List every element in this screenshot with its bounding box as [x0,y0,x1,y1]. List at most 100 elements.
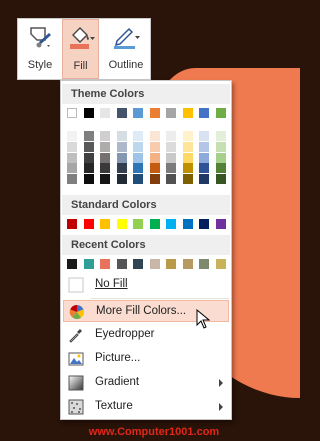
color-swatch[interactable] [83,174,94,184]
color-swatch[interactable] [166,108,176,118]
menu-item-label: More Fill Colors... [96,305,187,317]
shade-column [116,131,127,184]
color-swatch[interactable] [83,219,94,229]
menu-item-label: No Fill [95,278,128,290]
color-swatch[interactable] [182,152,193,163]
color-swatch[interactable] [67,108,77,118]
color-swatch[interactable] [67,141,77,152]
eyedropper-icon [68,327,84,343]
outline-button[interactable]: Outline [100,19,152,79]
color-swatch[interactable] [67,163,77,174]
color-swatch[interactable] [166,219,176,229]
color-swatch[interactable] [149,174,160,184]
color-swatch[interactable] [83,259,94,269]
color-swatch[interactable] [133,152,143,163]
color-swatch[interactable] [166,163,176,174]
color-swatch[interactable] [67,131,77,141]
color-swatch[interactable] [199,152,209,163]
color-swatch[interactable] [215,141,226,152]
color-swatch[interactable] [215,259,226,269]
shade-column [133,131,143,184]
color-swatch[interactable] [116,259,127,269]
color-swatch[interactable] [199,219,209,229]
color-swatch[interactable] [215,152,226,163]
color-swatch[interactable] [215,219,226,229]
color-swatch[interactable] [67,219,77,229]
color-swatch[interactable] [149,108,160,118]
fill-bucket-icon [67,26,95,55]
color-swatch[interactable] [100,141,110,152]
color-swatch[interactable] [199,141,209,152]
color-swatch[interactable] [133,259,143,269]
color-swatch[interactable] [100,259,110,269]
color-swatch[interactable] [182,219,193,229]
color-swatch[interactable] [182,174,193,184]
recent-colors-header: Recent Colors [62,235,230,255]
color-swatch[interactable] [215,131,226,141]
style-icon [28,25,52,54]
color-swatch[interactable] [100,131,110,141]
color-swatch[interactable] [149,219,160,229]
color-swatch[interactable] [199,174,209,184]
color-swatch[interactable] [133,219,143,229]
color-swatch[interactable] [149,141,160,152]
color-swatch[interactable] [199,163,209,174]
color-swatch[interactable] [166,174,176,184]
color-swatch[interactable] [100,152,110,163]
color-swatch[interactable] [83,163,94,174]
menu-item-texture[interactable]: Texture [63,396,229,418]
menu-item-picture[interactable]: Picture... [63,348,229,370]
color-swatch[interactable] [182,259,193,269]
color-swatch[interactable] [149,163,160,174]
color-swatch[interactable] [199,131,209,141]
color-swatch[interactable] [67,174,77,184]
color-swatch[interactable] [133,174,143,184]
color-swatch[interactable] [83,152,94,163]
color-swatch[interactable] [149,131,160,141]
color-swatch[interactable] [100,108,110,118]
color-swatch[interactable] [149,152,160,163]
menu-item-gradient[interactable]: Gradient [63,372,229,394]
color-swatch[interactable] [149,259,160,269]
color-swatch[interactable] [166,131,176,141]
menu-item-no-fill[interactable]: No Fill [63,274,229,296]
fill-button[interactable]: Fill [62,19,99,79]
color-swatch[interactable] [182,141,193,152]
color-wheel-icon [69,304,85,320]
color-swatch[interactable] [133,108,143,118]
color-swatch[interactable] [166,259,176,269]
color-swatch[interactable] [166,141,176,152]
color-swatch[interactable] [100,163,110,174]
color-swatch[interactable] [100,219,110,229]
color-swatch[interactable] [133,141,143,152]
color-swatch[interactable] [116,131,127,141]
color-swatch[interactable] [215,163,226,174]
color-swatch[interactable] [67,259,77,269]
picture-icon [68,351,84,367]
color-swatch[interactable] [116,152,127,163]
color-swatch[interactable] [116,141,127,152]
color-swatch[interactable] [67,152,77,163]
color-swatch[interactable] [182,108,193,118]
color-swatch[interactable] [116,163,127,174]
style-button[interactable]: Style [18,19,62,79]
color-swatch[interactable] [215,174,226,184]
color-swatch[interactable] [83,141,94,152]
color-swatch[interactable] [100,174,110,184]
color-swatch[interactable] [199,108,209,118]
color-swatch[interactable] [166,152,176,163]
color-swatch[interactable] [116,174,127,184]
color-swatch[interactable] [182,131,193,141]
color-swatch[interactable] [133,131,143,141]
color-swatch[interactable] [215,108,226,118]
color-swatch[interactable] [83,131,94,141]
color-swatch[interactable] [199,259,209,269]
color-swatch[interactable] [133,163,143,174]
shade-column [149,131,160,184]
fill-dropdown-menu: Theme Colors Standard Colors Recent Colo… [60,80,232,420]
color-swatch[interactable] [182,163,193,174]
standard-colors-header: Standard Colors [62,195,230,215]
color-swatch[interactable] [83,108,94,118]
color-swatch[interactable] [116,219,127,229]
color-swatch[interactable] [116,108,127,118]
